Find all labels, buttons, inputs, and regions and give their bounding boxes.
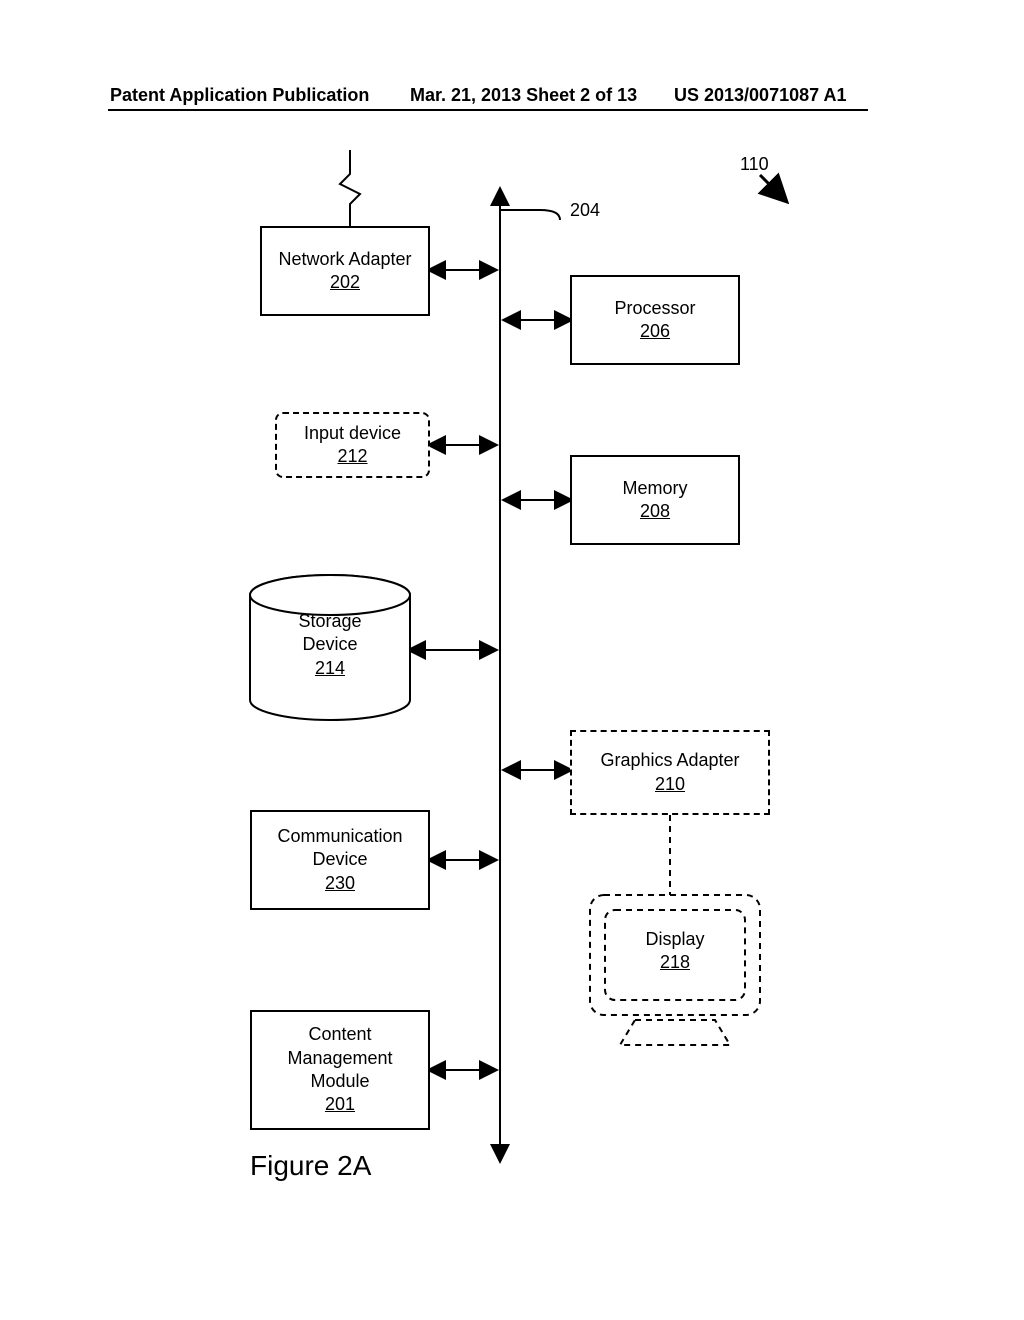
storage-block-text: Storage Device 214 [250, 610, 410, 680]
communication-device-ref: 230 [325, 872, 355, 895]
communication-device-block: Communication Device 230 [250, 810, 430, 910]
processor-block: Processor 206 [570, 275, 740, 365]
display-block-text: Display 218 [605, 928, 745, 975]
memory-block: Memory 208 [570, 455, 740, 545]
input-device-ref: 212 [337, 445, 367, 468]
content-management-block: Content Management Module 201 [250, 1010, 430, 1130]
input-device-title: Input device [304, 422, 401, 445]
content-management-title: Content Management Module [287, 1023, 392, 1093]
network-adapter-title: Network Adapter [278, 248, 411, 271]
graphics-adapter-block: Graphics Adapter 210 [570, 730, 770, 815]
communication-device-title: Communication Device [252, 825, 428, 872]
graphics-adapter-title: Graphics Adapter [600, 749, 739, 772]
bus-label: 204 [570, 200, 600, 221]
display-title: Display [605, 928, 745, 951]
network-adapter-ref: 202 [330, 271, 360, 294]
figure-caption: Figure 2A [250, 1150, 371, 1182]
network-adapter-block: Network Adapter 202 [260, 226, 430, 316]
content-management-ref: 201 [325, 1093, 355, 1116]
input-device-block: Input device 212 [275, 412, 430, 478]
storage-ref: 214 [250, 657, 410, 680]
processor-ref: 206 [640, 320, 670, 343]
page: Patent Application Publication Mar. 21, … [0, 0, 1024, 1320]
storage-title: Storage Device [250, 610, 410, 657]
header-rule [108, 109, 868, 111]
system-label: 110 [740, 154, 769, 175]
memory-title: Memory [622, 477, 687, 500]
diagram-svg [0, 140, 1024, 1240]
header-right: US 2013/0071087 A1 [674, 85, 846, 106]
display-ref: 218 [605, 951, 745, 974]
header-middle: Mar. 21, 2013 Sheet 2 of 13 [410, 85, 637, 106]
memory-ref: 208 [640, 500, 670, 523]
diagram: Network Adapter 202 Processor 206 Input … [0, 140, 1024, 1240]
graphics-adapter-ref: 210 [655, 773, 685, 796]
processor-title: Processor [614, 297, 695, 320]
header-left: Patent Application Publication [110, 85, 369, 106]
